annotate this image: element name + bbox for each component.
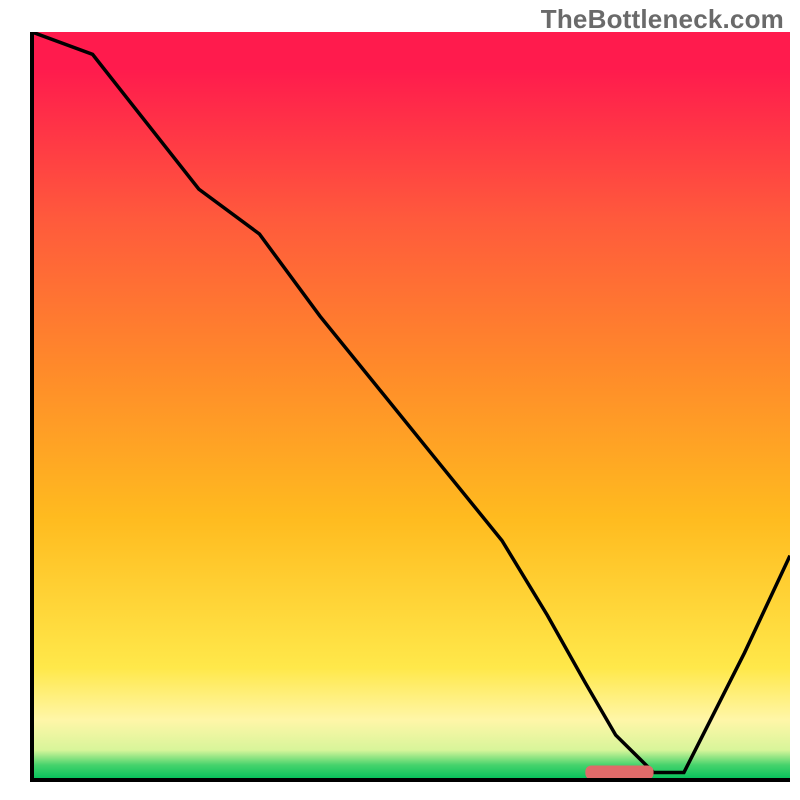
gradient-background bbox=[32, 32, 790, 780]
optimal-range-marker bbox=[585, 766, 653, 780]
watermark-text: TheBottleneck.com bbox=[541, 4, 784, 35]
bottleneck-chart bbox=[0, 0, 800, 800]
